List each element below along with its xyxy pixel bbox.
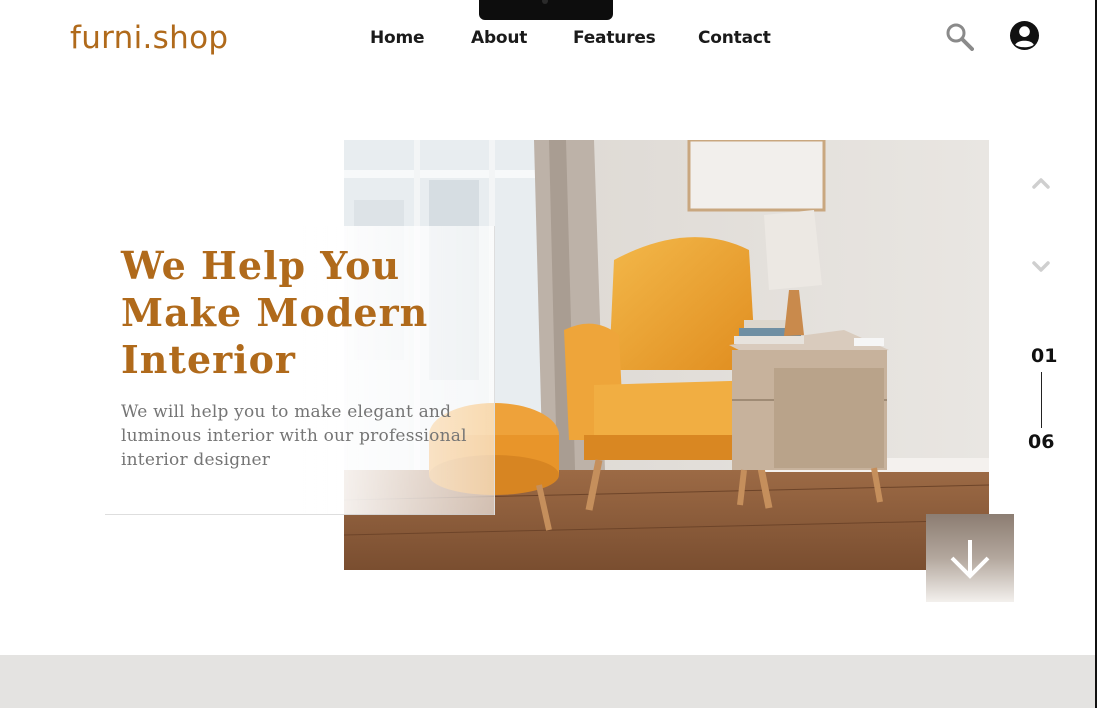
slide-progress-line — [1041, 372, 1042, 428]
hero-title: We Help You Make Modern Interior — [121, 243, 429, 382]
scroll-down-button[interactable] — [926, 514, 1014, 602]
slide-total-number: 06 — [1028, 431, 1055, 453]
camera-dot — [542, 0, 548, 4]
device-notch — [479, 0, 613, 20]
arrow-down-icon — [950, 540, 990, 579]
next-section-band — [0, 655, 1095, 708]
nav-features[interactable]: Features — [573, 28, 656, 48]
main-nav: Home About Features Contact — [0, 28, 1097, 50]
slide-current-number: 01 — [1031, 345, 1058, 367]
nav-about[interactable]: About — [471, 28, 527, 48]
chevron-down-icon[interactable] — [1031, 259, 1051, 273]
nav-home[interactable]: Home — [370, 28, 425, 48]
user-circle-icon[interactable] — [1009, 20, 1040, 51]
nav-contact[interactable]: Contact — [698, 28, 771, 48]
hero-subtitle: We will help you to make elegant and lum… — [121, 402, 467, 470]
chevron-up-icon[interactable] — [1031, 176, 1051, 190]
search-icon[interactable] — [944, 21, 974, 51]
